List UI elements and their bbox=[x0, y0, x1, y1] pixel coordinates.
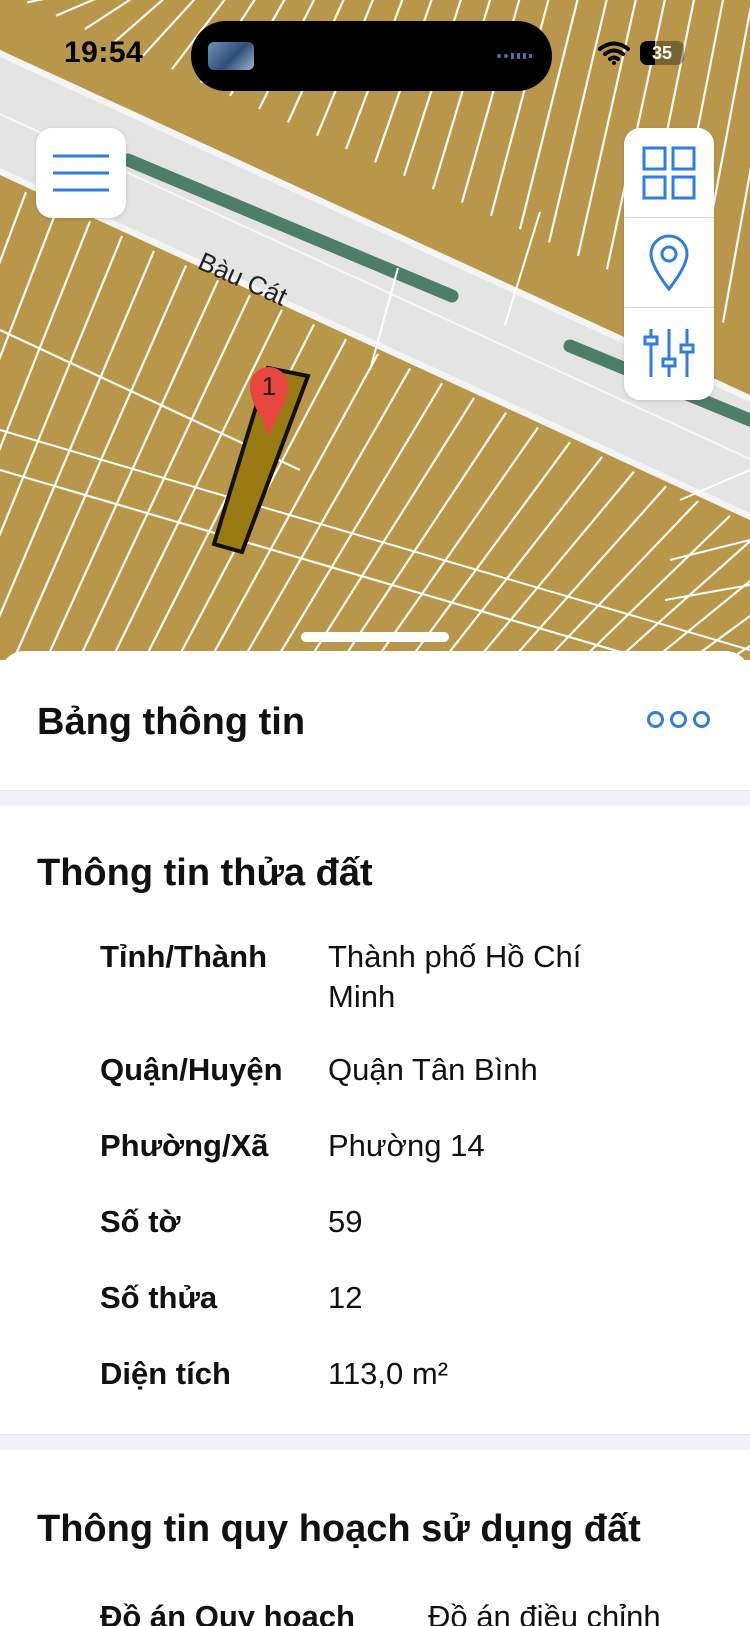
row-value: Phường 14 bbox=[328, 1128, 485, 1163]
wifi-icon bbox=[598, 41, 630, 65]
row-label: Đồ án Quy hoạch bbox=[100, 1599, 355, 1626]
info-sheet: Bảng thông tin Thông tin thửa đất Tỉnh/T… bbox=[0, 651, 750, 1626]
dynamic-island bbox=[191, 21, 552, 91]
row-value: 113,0 m² bbox=[328, 1356, 449, 1391]
info-row-parcel-number: Số thửa 12 bbox=[0, 1278, 750, 1354]
section-divider bbox=[0, 790, 750, 806]
row-value: 12 bbox=[328, 1280, 363, 1315]
row-label: Phường/Xã bbox=[100, 1128, 269, 1163]
section-title: Thông tin thửa đất bbox=[37, 852, 373, 894]
sheet-grabber[interactable] bbox=[301, 632, 449, 642]
battery-level: 35 bbox=[651, 43, 673, 63]
row-value: Quận Tân Bình bbox=[328, 1052, 538, 1087]
menu-button[interactable] bbox=[36, 128, 126, 218]
info-row-planning-project: Đồ án Quy hoạch Đồ án điều chỉnh bbox=[0, 1587, 750, 1626]
section-title: Thông tin quy hoạch sử dụng đất bbox=[37, 1508, 641, 1550]
ellipsis-icon bbox=[693, 711, 710, 728]
battery-icon: 35 bbox=[640, 41, 684, 65]
map-view[interactable]: 19:54 35 Bàu Cát 1 bbox=[0, 0, 750, 660]
status-icons: 35 bbox=[598, 40, 684, 66]
parcel-info-rows: Tỉnh/Thành Thành phố Hồ Chí Minh Quận/Hu… bbox=[0, 895, 750, 1414]
parcel-info-section: Thông tin thửa đất Tỉnh/Thành Thành phố … bbox=[0, 806, 750, 1414]
section-divider bbox=[0, 1434, 750, 1450]
info-row-area: Diện tích 113,0 m² bbox=[0, 1354, 750, 1414]
row-value: Đồ án điều chỉnh bbox=[428, 1599, 661, 1626]
audio-wave-icon bbox=[497, 53, 532, 59]
sliders-icon bbox=[643, 329, 695, 377]
parcel-marker[interactable]: 1 bbox=[248, 362, 290, 440]
row-label: Số tờ bbox=[100, 1204, 181, 1239]
sheet-title: Bảng thông tin bbox=[37, 701, 306, 743]
status-time: 19:54 bbox=[64, 36, 144, 69]
ellipsis-icon bbox=[647, 711, 664, 728]
row-label: Số thửa bbox=[100, 1280, 218, 1315]
info-row-sheet-number: Số tờ 59 bbox=[0, 1202, 750, 1278]
marker-label: 1 bbox=[261, 371, 277, 401]
row-label: Tỉnh/Thành bbox=[100, 939, 268, 974]
sheet-header: Bảng thông tin bbox=[0, 651, 750, 790]
planning-info-section: Thông tin quy hoạch sử dụng đất Đồ án Qu… bbox=[0, 1450, 750, 1626]
my-location-button[interactable] bbox=[624, 218, 714, 308]
info-row-district: Quận/Huyện Quận Tân Bình bbox=[0, 1050, 750, 1126]
info-row-province: Tỉnh/Thành Thành phố Hồ Chí Minh bbox=[0, 937, 750, 1050]
row-label: Quận/Huyện bbox=[100, 1052, 283, 1087]
now-playing-thumbnail bbox=[208, 42, 254, 70]
filter-button[interactable] bbox=[624, 308, 714, 398]
location-pin-icon bbox=[649, 234, 689, 291]
row-label: Diện tích bbox=[100, 1356, 231, 1391]
hamburger-icon bbox=[53, 154, 109, 192]
row-value: Thành phố Hồ Chí Minh bbox=[328, 939, 582, 1014]
row-value: 59 bbox=[328, 1204, 363, 1239]
more-button[interactable] bbox=[647, 711, 710, 728]
map-controls bbox=[624, 128, 714, 400]
grid-icon bbox=[642, 146, 696, 199]
layers-button[interactable] bbox=[624, 128, 714, 218]
ellipsis-icon bbox=[670, 711, 687, 728]
info-row-ward: Phường/Xã Phường 14 bbox=[0, 1126, 750, 1202]
